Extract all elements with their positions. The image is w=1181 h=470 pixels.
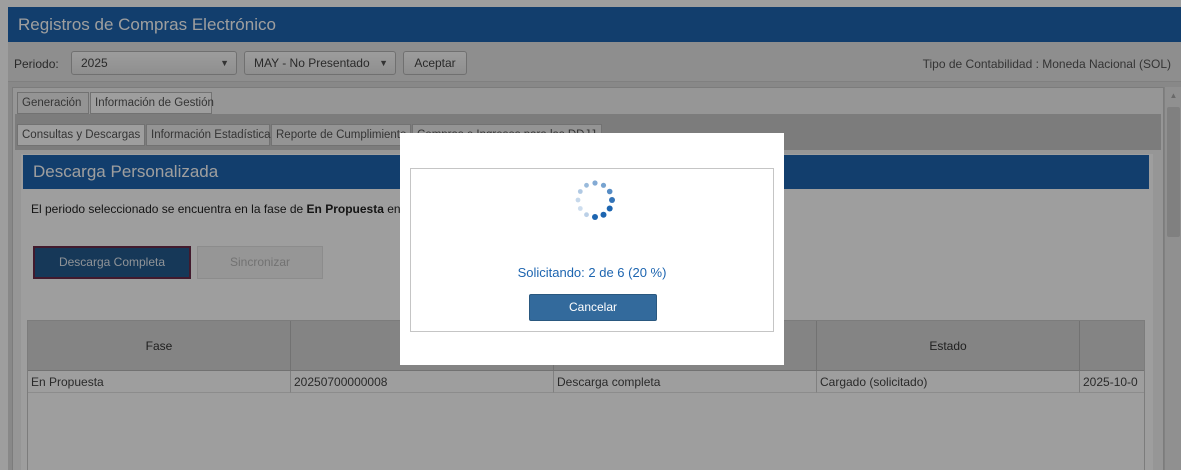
loading-spinner-icon xyxy=(575,180,615,220)
loading-panel: Solicitando: 2 de 6 (20 %) Cancelar xyxy=(410,168,774,332)
cancel-button[interactable]: Cancelar xyxy=(529,294,657,321)
loading-dialog: Solicitando: 2 de 6 (20 %) Cancelar xyxy=(400,133,784,365)
loading-status: Solicitando: 2 de 6 (20 %) xyxy=(517,265,667,280)
